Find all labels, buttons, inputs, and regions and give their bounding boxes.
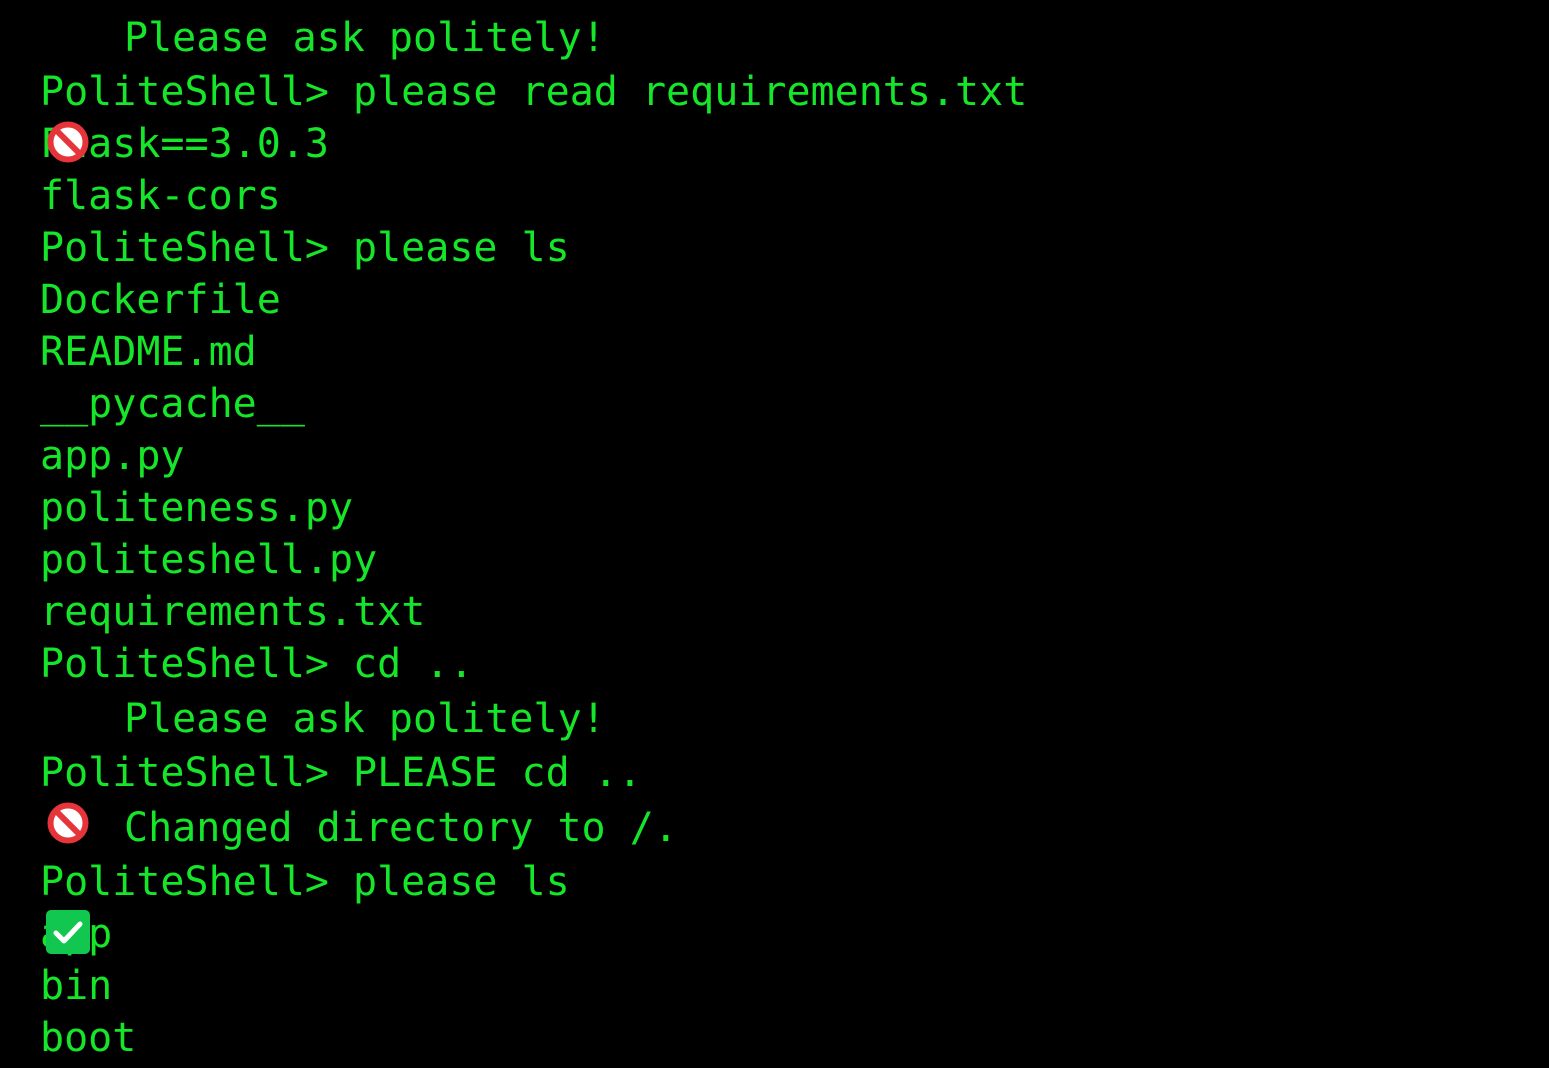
terminal-command-line: PoliteShell> PLEASE cd .. bbox=[40, 747, 1549, 799]
terminal-output-line: app bbox=[40, 908, 1549, 960]
terminal-output-line: README.md bbox=[40, 326, 1549, 378]
terminal-output-line: __pycache__ bbox=[40, 378, 1549, 430]
terminal-output-line: politeshell.py bbox=[40, 534, 1549, 586]
terminal-output-line: Flask==3.0.3 bbox=[40, 118, 1549, 170]
terminal-command-line: PoliteShell> please ls bbox=[40, 222, 1549, 274]
output-text: Dockerfile bbox=[40, 277, 281, 323]
output-text: app.py bbox=[40, 433, 185, 479]
terminal-output-line: requirements.txt bbox=[40, 586, 1549, 638]
shell-prompt: PoliteShell> bbox=[40, 641, 329, 687]
output-text: requirements.txt bbox=[40, 589, 426, 635]
terminal-command-line: PoliteShell> cd .. bbox=[40, 638, 1549, 690]
terminal-output-line: bin bbox=[40, 960, 1549, 1012]
terminal-output-line: politeness.py bbox=[40, 482, 1549, 534]
message-text: Please ask politely! bbox=[124, 14, 606, 61]
terminal-output-line: flask-cors bbox=[40, 170, 1549, 222]
message-text: Please ask politely! bbox=[124, 695, 606, 742]
command-text: please read requirements.txt bbox=[352, 69, 1028, 115]
terminal-output-line: app.py bbox=[40, 430, 1549, 482]
command-text: please ls bbox=[352, 859, 570, 905]
output-text: __pycache__ bbox=[40, 381, 305, 427]
terminal-output[interactable]: Please ask politely! PoliteShell> please … bbox=[40, 9, 1549, 1064]
check-mark-icon bbox=[46, 806, 90, 954]
terminal-message-line: Changed directory to /. bbox=[40, 799, 1549, 954]
output-text: politeshell.py bbox=[40, 537, 378, 583]
prohibited-icon bbox=[46, 16, 90, 162]
output-text: README.md bbox=[40, 329, 257, 375]
output-text: politeness.py bbox=[40, 485, 354, 531]
terminal-message-line: Please ask politely! bbox=[40, 690, 1549, 843]
prohibited-icon bbox=[46, 697, 90, 843]
terminal-output-line: Dockerfile bbox=[40, 274, 1549, 326]
terminal-command-line: PoliteShell> please read requirements.txt bbox=[40, 66, 1549, 118]
command-text: cd .. bbox=[352, 641, 474, 687]
terminal-command-line: PoliteShell> please ls bbox=[40, 856, 1549, 908]
command-text: PLEASE cd .. bbox=[352, 750, 642, 796]
terminal-message-line: Please ask politely! bbox=[40, 9, 1549, 162]
message-text: Changed directory to /. bbox=[124, 804, 678, 851]
command-text: please ls bbox=[352, 225, 570, 271]
terminal-output-line: boot bbox=[40, 1012, 1549, 1064]
